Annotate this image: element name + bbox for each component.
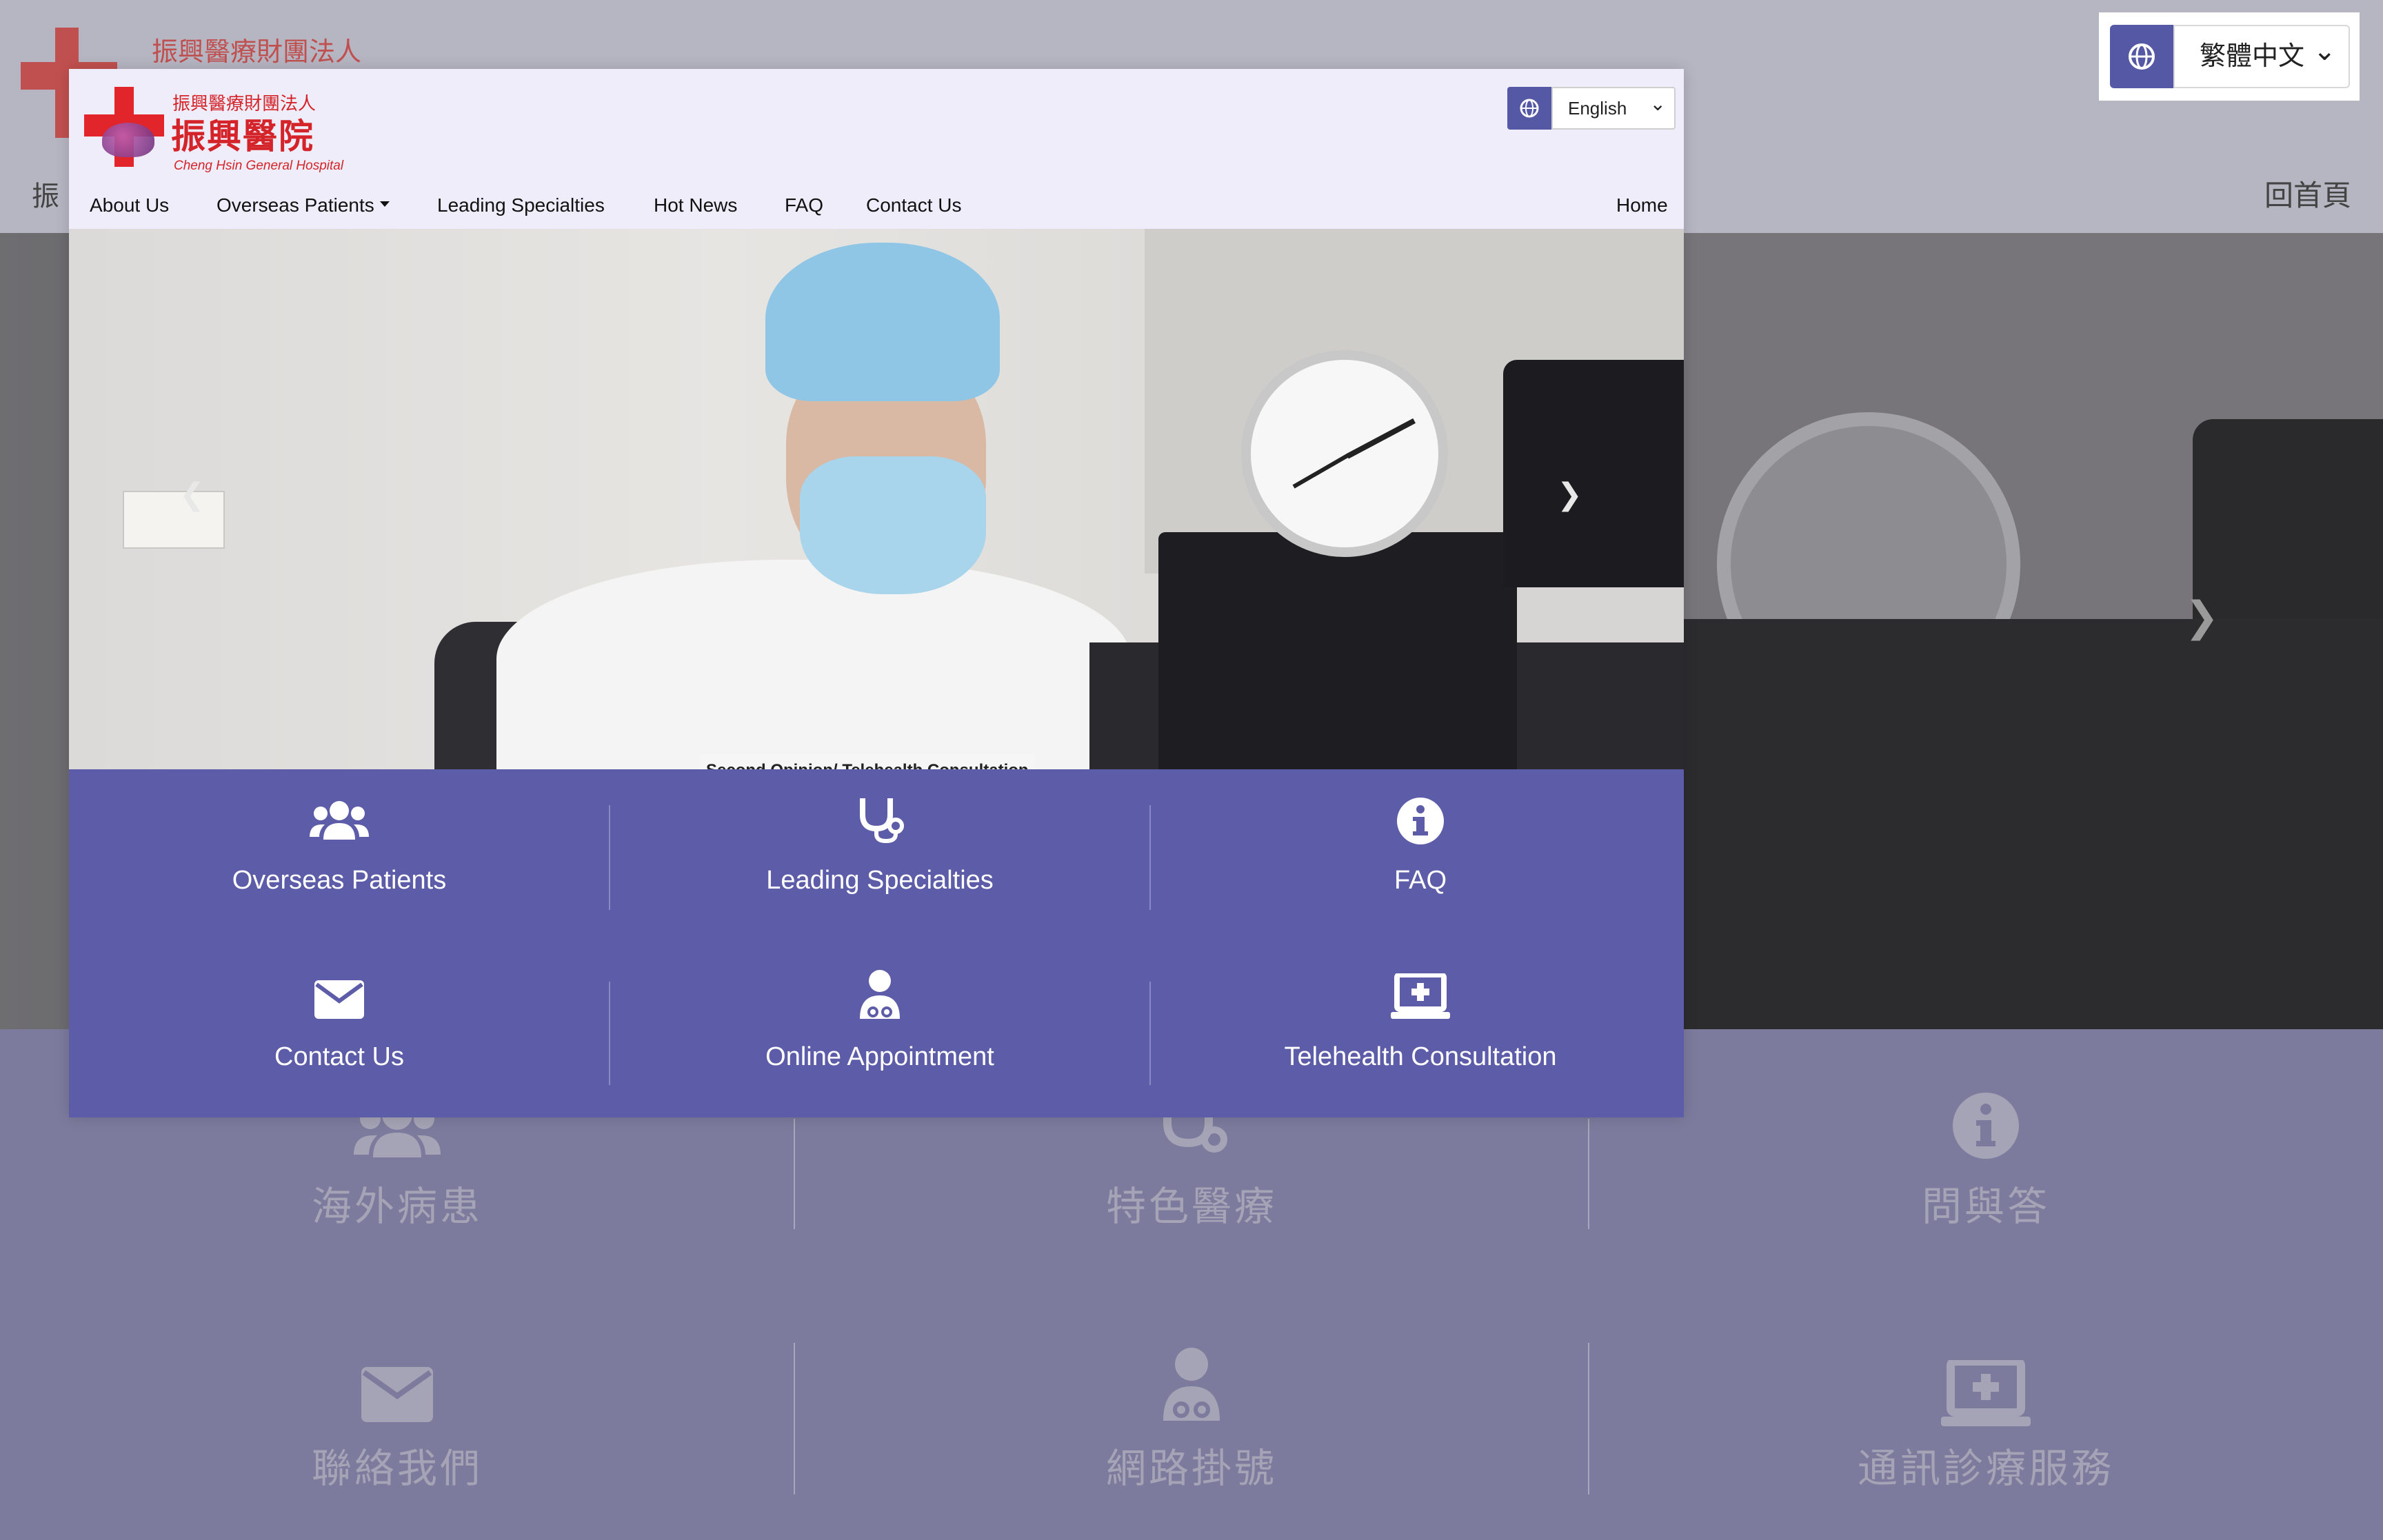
background-home-link[interactable]: 回首頁 <box>2264 172 2351 214</box>
quick-links: Overseas Patients Leading Specialties FA… <box>69 769 1684 1117</box>
caret-down-icon <box>379 201 390 207</box>
tile-contact-us[interactable]: Contact Us <box>69 946 610 1118</box>
background-language-switcher: 繁體中文 <box>2099 12 2360 101</box>
tile-label: Online Appointment <box>765 1042 994 1071</box>
tile-label: Overseas Patients <box>232 866 447 895</box>
main-nav: About Us Overseas Patients Leading Speci… <box>69 186 1684 225</box>
tile-label: FAQ <box>1394 866 1447 895</box>
tile-label: Leading Specialties <box>766 866 994 895</box>
info-circle-icon <box>1951 1091 2020 1160</box>
tile-overseas-patients[interactable]: Overseas Patients <box>69 769 610 942</box>
envelope-icon <box>314 980 364 1019</box>
nav-contact-us[interactable]: Contact Us <box>866 186 962 225</box>
language-switcher: English <box>1507 84 1676 130</box>
doctor-icon <box>858 969 901 1020</box>
carousel-caption: Second Opinion/ Telehealth Consultation <box>699 754 1036 769</box>
background-tile-label: 網路掛號 <box>1105 1446 1277 1491</box>
envelope-icon <box>361 1367 433 1422</box>
nav-hot-news[interactable]: Hot News <box>654 186 737 225</box>
nav-leading-specialties[interactable]: Leading Specialties <box>437 186 605 225</box>
site-header: 振興醫療財團法人 振興醫院 Cheng Hsin General Hospita… <box>69 69 1684 229</box>
logo-english-name: Cheng Hsin General Hospital <box>174 159 344 173</box>
globe-icon <box>1507 87 1551 130</box>
tile-telehealth-consultation[interactable]: Telehealth Consultation <box>1150 946 1691 1118</box>
background-chevron-right-icon[interactable]: ❯ <box>2184 593 2219 641</box>
background-nav-fragment: 振 <box>32 181 59 212</box>
tile-online-appointment[interactable]: Online Appointment <box>610 946 1150 1118</box>
background-tile-faq[interactable]: 問與答 <box>1589 1029 2383 1236</box>
laptop-medical-icon <box>1941 1360 2031 1429</box>
tile-label: Telehealth Consultation <box>1284 1042 1557 1071</box>
background-logo-org: 振興醫療財團法人 <box>152 38 362 67</box>
tile-leading-specialties[interactable]: Leading Specialties <box>610 769 1150 942</box>
background-tile-label: 海外病患 <box>311 1184 483 1229</box>
site-logo[interactable]: 振興醫療財團法人 振興醫院 Cheng Hsin General Hospita… <box>84 83 374 173</box>
nav-overseas-patients[interactable]: Overseas Patients <box>217 186 390 225</box>
english-site-window: 振興醫療財團法人 振興醫院 Cheng Hsin General Hospita… <box>69 69 1684 1117</box>
chevron-right-icon[interactable]: ❯ <box>1557 477 1582 512</box>
logo-hospital-name: 振興醫院 <box>171 117 314 156</box>
laptop-medical-icon <box>1391 973 1450 1022</box>
clock-image <box>1241 350 1448 557</box>
background-tile-telehealth[interactable]: 通訊診療服務 <box>1589 1291 2383 1498</box>
language-select[interactable]: English <box>1551 84 1676 130</box>
stethoscope-icon <box>854 794 905 845</box>
nav-overseas-patients-label: Overseas Patients <box>217 194 374 216</box>
nav-home[interactable]: Home <box>1616 186 1668 225</box>
hero-carousel: ❮ ❯ Second Opinion/ Telehealth Consultat… <box>69 229 1684 769</box>
tile-faq[interactable]: FAQ <box>1150 769 1691 942</box>
info-circle-icon <box>1396 797 1445 845</box>
doctor-icon <box>1160 1346 1223 1422</box>
users-icon <box>308 797 370 845</box>
tile-label: Contact Us <box>274 1042 404 1071</box>
nav-about-us[interactable]: About Us <box>90 186 169 225</box>
background-tile-label: 問與答 <box>1921 1184 2050 1229</box>
chevron-left-icon[interactable]: ❮ <box>179 477 205 512</box>
background-language-select[interactable]: 繁體中文 <box>2173 21 2350 88</box>
background-tile-label: 聯絡我們 <box>311 1446 483 1491</box>
nav-faq[interactable]: FAQ <box>785 186 823 225</box>
background-tile-online-appointment[interactable]: 網路掛號 <box>794 1291 1589 1498</box>
globe-icon <box>2110 25 2173 88</box>
background-tile-contact-us[interactable]: 聯絡我們 <box>0 1291 794 1498</box>
background-tile-label: 通訊診療服務 <box>1857 1446 2114 1491</box>
background-tile-label: 特色醫療 <box>1105 1184 1277 1229</box>
